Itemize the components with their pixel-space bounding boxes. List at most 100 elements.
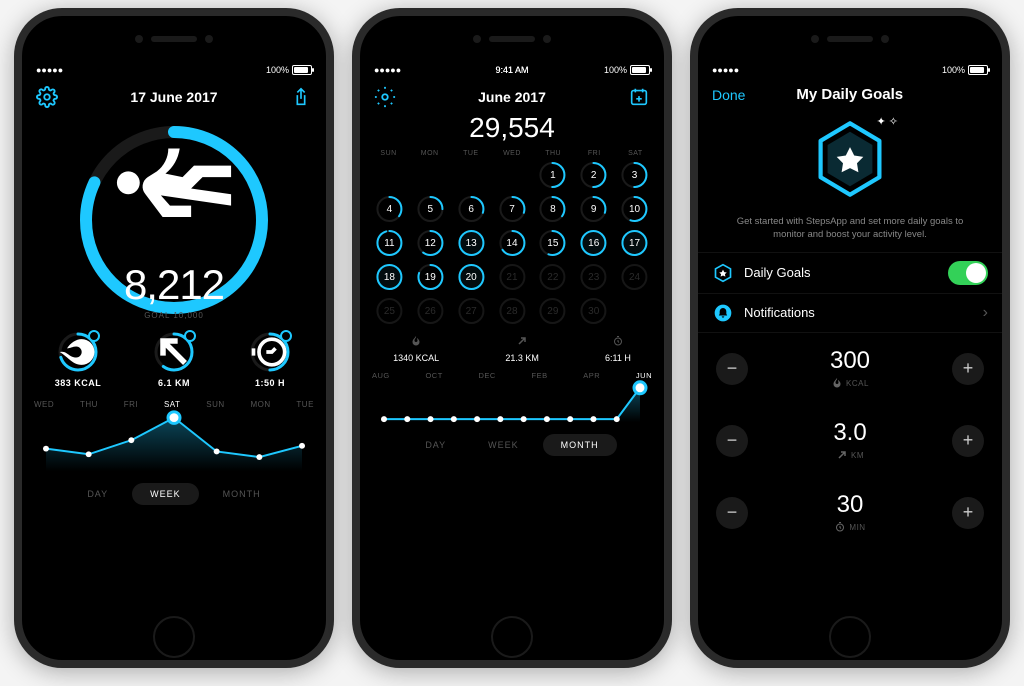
calendar-day-25[interactable]: 25 [370,295,409,327]
mini-stat-flame[interactable]: 383 KCAL [50,330,106,388]
battery-icon [292,65,312,75]
calendar-day-12[interactable]: 12 [411,227,450,259]
header-title: My Daily Goals [796,86,903,103]
calendar-day-5[interactable]: 5 [411,193,450,225]
calendar-day-num: 18 [384,272,395,283]
calendar-day-1[interactable]: 1 [533,159,572,191]
goals-description: Get started with StepsApp and set more d… [698,215,1002,252]
calendar-day-28[interactable]: 28 [493,295,532,327]
goal-unit: KCAL [831,377,869,391]
increment-button[interactable]: + [952,425,984,457]
calendar-day-20[interactable]: 20 [452,261,491,293]
hex-star-icon [712,262,734,284]
segment-month[interactable]: MONTH [543,434,617,456]
daily-screen: 17 June 2017 8,212 GOAL 10,000 [22,78,326,614]
segment-week[interactable]: WEEK [132,483,199,505]
mini-stat-clock[interactable]: 1:50 H [242,330,298,388]
calendar-day-29[interactable]: 29 [533,295,572,327]
row-label: Notifications [744,305,973,320]
month-label: JUN [636,371,652,380]
day-label: MON [250,400,270,409]
calendar-day-16[interactable]: 16 [574,227,613,259]
flame-icon [831,377,843,391]
segment-day[interactable]: DAY [407,434,464,456]
goal-unit: KM [836,449,864,463]
calendar-day-13[interactable]: 13 [452,227,491,259]
dow-label: TUE [452,150,489,157]
increment-button[interactable]: + [952,353,984,385]
calendar-add-icon[interactable] [628,86,650,108]
calendar-day-num: 27 [466,306,477,317]
carrier-dots: ●●●●● [712,65,739,75]
arrow-icon [516,335,528,350]
calendar-day-21[interactable]: 21 [493,261,532,293]
segment-month[interactable]: MONTH [205,483,279,505]
clock-icon [612,335,624,350]
range-segmented-control[interactable]: DAY WEEK MONTH [360,434,664,456]
calendar-day-14[interactable]: 14 [493,227,532,259]
home-button[interactable] [153,616,195,658]
steps-progress-ring: 8,212 GOAL 10,000 [74,120,274,320]
calendar-day-num: 7 [509,204,515,215]
settings-row-notifications[interactable]: Notifications › [698,293,1002,333]
year-spark-chart [372,380,652,428]
calendar-day-4[interactable]: 4 [370,193,409,225]
decrement-button[interactable]: − [716,497,748,529]
calendar-day-24[interactable]: 24 [615,261,654,293]
dow-label: SUN [370,150,407,157]
settings-gear-icon[interactable] [36,86,58,108]
calendar-day-9[interactable]: 9 [574,193,613,225]
mini-stat-arrow[interactable]: 6.1 KM [146,330,202,388]
increment-button[interactable]: + [952,497,984,529]
carrier-dots: ●●●●● [374,65,401,75]
decrement-button[interactable]: − [716,425,748,457]
calendar-day-6[interactable]: 6 [452,193,491,225]
toggle-switch[interactable] [948,261,988,285]
settings-gear-icon[interactable] [374,86,396,108]
month-label: FEB [532,371,548,380]
home-button[interactable] [829,616,871,658]
battery-pct: 100% [942,65,965,75]
calendar-day-8[interactable]: 8 [533,193,572,225]
calendar-day-num: 22 [547,272,558,283]
month-label: APR [583,371,600,380]
phone-3-goals: ●●●●● 9:41 AM 100% Done My Daily Goals ✦… [690,8,1010,668]
day-label: WED [34,400,54,409]
calendar-day-2[interactable]: 2 [574,159,613,191]
mini-stat-label: 6.1 KM [158,378,190,388]
settings-row-daily goals[interactable]: Daily Goals [698,252,1002,293]
home-button[interactable] [491,616,533,658]
calendar-day-3[interactable]: 3 [615,159,654,191]
calendar-day-10[interactable]: 10 [615,193,654,225]
walker-icon [106,89,243,289]
calendar-day-num: 5 [427,204,433,215]
clock-icon [834,521,846,535]
calendar-day-19[interactable]: 19 [411,261,450,293]
decrement-button[interactable]: − [716,353,748,385]
calendar-day-18[interactable]: 18 [370,261,409,293]
share-icon[interactable] [290,86,312,108]
segment-day[interactable]: DAY [69,483,126,505]
calendar-grid[interactable]: 1 2 3 4 5 6 7 8 [360,159,664,327]
goal-value: 300 [830,347,870,375]
calendar-day-17[interactable]: 17 [615,227,654,259]
range-segmented-control[interactable]: DAY WEEK MONTH [22,483,326,505]
arrow-icon [836,449,848,463]
calendar-day-23[interactable]: 23 [574,261,613,293]
header-title: June 2017 [478,89,546,105]
calendar-day-22[interactable]: 22 [533,261,572,293]
done-button[interactable]: Done [712,87,745,103]
goals-badge: ✦ ✧ [698,119,1002,209]
calendar-day-11[interactable]: 11 [370,227,409,259]
goal-value: 30 [837,491,864,519]
calendar-day-num: 13 [466,238,477,249]
calendar-day-15[interactable]: 15 [533,227,572,259]
calendar-day-26[interactable]: 26 [411,295,450,327]
month-stat-label: 6:11 H [605,353,631,363]
segment-week[interactable]: WEEK [470,434,537,456]
calendar-day-27[interactable]: 27 [452,295,491,327]
calendar-day-7[interactable]: 7 [493,193,532,225]
calendar-day-num: 21 [506,272,517,283]
dow-label: WED [493,150,530,157]
calendar-day-30[interactable]: 30 [574,295,613,327]
